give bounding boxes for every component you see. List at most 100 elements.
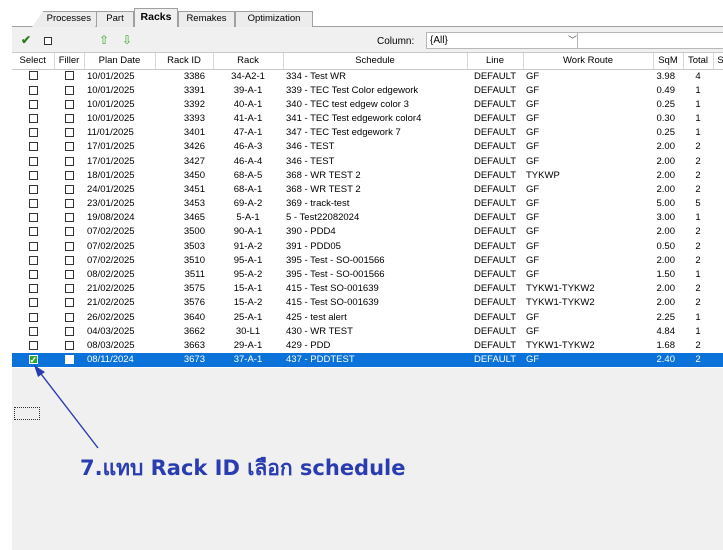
filler-checkbox[interactable] (64, 128, 74, 138)
deselect-all-box-icon[interactable] (44, 37, 52, 45)
column-header-schedule[interactable]: Schedule (283, 53, 468, 70)
select-cell[interactable] (12, 140, 54, 154)
column-header-rack[interactable]: Rack (213, 53, 284, 70)
filler-checkbox[interactable] (64, 270, 74, 280)
filler-checkbox[interactable] (64, 284, 74, 294)
column-header-select[interactable]: Select (12, 53, 55, 70)
select-cell[interactable] (12, 311, 54, 325)
select-cell[interactable] (12, 211, 54, 225)
table-row[interactable]: 10/01/2025 3386 34-A2-1 334 - Test WR DEFAUL… (12, 69, 723, 84)
select-checkbox[interactable] (28, 199, 38, 209)
column-header-line[interactable]: Line (467, 53, 524, 70)
table-row[interactable]: 10/01/2025 3393 41-A-1 341 - TEC Test edgew… (12, 112, 723, 126)
filler-cell[interactable] (54, 325, 84, 339)
search-input[interactable] (577, 32, 723, 49)
filler-cell[interactable] (54, 197, 84, 211)
select-checkbox[interactable] (28, 170, 38, 180)
select-cell[interactable] (12, 296, 54, 310)
select-cell[interactable] (12, 154, 54, 168)
select-cell[interactable] (12, 183, 54, 197)
filler-checkbox[interactable] (64, 85, 74, 95)
filler-checkbox[interactable] (64, 227, 74, 237)
table-row[interactable]: 08/02/2025 3511 95-A-2 395 - Test - SO-0015… (12, 268, 723, 282)
select-cell[interactable] (12, 112, 54, 126)
column-header-total[interactable]: Total (683, 53, 714, 70)
select-checkbox[interactable] (28, 128, 38, 138)
select-cell[interactable] (12, 282, 54, 296)
select-checkbox[interactable] (28, 284, 38, 294)
select-cell[interactable] (12, 69, 54, 84)
select-cell[interactable] (12, 254, 54, 268)
select-checkbox[interactable] (28, 99, 38, 109)
filler-checkbox[interactable] (64, 255, 74, 265)
table-row[interactable]: 04/03/2025 3662 30-L1 430 - WR TEST DEFAULT G… (12, 325, 723, 339)
filler-cell[interactable] (54, 140, 84, 154)
column-header-sqm[interactable]: SqM (653, 53, 684, 70)
filler-checkbox[interactable] (64, 156, 74, 166)
filler-cell[interactable] (54, 112, 84, 126)
select-cell[interactable] (12, 126, 54, 140)
select-checkbox[interactable] (28, 227, 38, 237)
table-row[interactable]: 11/01/2025 3401 47-A-1 347 - TEC Test edgew… (12, 126, 723, 140)
select-checkbox[interactable] (28, 85, 38, 95)
table-row[interactable]: 08/11/2024367337-A-1437 - PDDTESTDEFAULT… (12, 353, 723, 368)
filler-checkbox[interactable] (64, 99, 74, 109)
filler-checkbox[interactable] (64, 199, 74, 209)
table-row[interactable]: 19/08/2024 3465 5-A-1 5 - Test22082024 DEFAU… (12, 211, 723, 225)
select-cell[interactable] (12, 197, 54, 211)
table-row[interactable]: 07/02/2025 3503 91-A-2 391 - PDD05 DEFAULT GF… (12, 240, 723, 254)
column-header-rack-id[interactable]: Rack ID (155, 53, 214, 70)
table-row[interactable]: 21/02/2025 3575 15-A-1 415 - Test SO-001639… (12, 282, 723, 296)
filler-checkbox[interactable] (64, 113, 74, 123)
filler-checkbox[interactable] (64, 213, 74, 223)
filler-cell[interactable] (54, 268, 84, 282)
filler-cell[interactable] (54, 339, 84, 353)
select-checkbox[interactable] (28, 156, 38, 166)
select-cell[interactable] (12, 98, 54, 112)
column-header-s[interactable]: S (713, 53, 723, 70)
filler-cell[interactable] (54, 211, 84, 225)
filler-cell[interactable] (54, 296, 84, 310)
table-row[interactable]: 26/02/2025 3640 25-A-1 425 - test alert DEFA… (12, 311, 723, 325)
filler-checkbox[interactable] (64, 184, 74, 194)
table-row[interactable]: 24/01/2025 3451 68-A-1 368 - WR TEST 2 DEFAU… (12, 183, 723, 197)
table-row[interactable]: 21/02/2025 3576 15-A-2 415 - Test SO-001639… (12, 296, 723, 310)
filler-cell[interactable] (54, 154, 84, 168)
move-up-arrow-icon[interactable]: ⇧ (98, 34, 110, 46)
filler-cell[interactable] (54, 84, 84, 98)
select-checkbox[interactable] (28, 142, 38, 152)
column-select[interactable]: {All} ﹀ (426, 32, 582, 49)
select-checkbox[interactable] (28, 298, 38, 308)
filler-cell[interactable] (54, 169, 84, 183)
select-all-check-icon[interactable]: ✔ (20, 34, 32, 46)
select-checkbox[interactable] (28, 353, 38, 367)
table-row[interactable]: 07/02/2025 3500 90-A-1 390 - PDD4 DEFAULT GF 2… (12, 225, 723, 239)
filler-checkbox[interactable] (64, 71, 74, 81)
filler-cell[interactable] (54, 240, 84, 254)
filler-cell[interactable] (54, 126, 84, 140)
select-cell[interactable] (12, 84, 54, 98)
filler-cell[interactable] (54, 282, 84, 296)
filler-cell[interactable] (54, 98, 84, 112)
select-cell[interactable] (12, 240, 54, 254)
filler-cell[interactable] (54, 69, 84, 84)
table-row[interactable]: 07/02/2025 3510 95-A-1 395 - Test - SO-0015… (12, 254, 723, 268)
filler-checkbox[interactable] (64, 326, 74, 336)
table-row[interactable]: 10/01/2025 3392 40-A-1 340 - TEC test edgew… (12, 98, 723, 112)
filler-checkbox[interactable] (64, 170, 74, 180)
filler-cell[interactable] (54, 183, 84, 197)
filler-checkbox[interactable] (64, 340, 74, 350)
table-row[interactable]: 17/01/2025 3427 46-A-4 346 - TEST DEFAULT GF 2… (12, 154, 723, 168)
select-checkbox[interactable] (28, 270, 38, 280)
select-checkbox[interactable] (28, 184, 38, 194)
table-row[interactable]: 08/03/2025 3663 29-A-1 429 - PDD DEFAULT TYKW… (12, 339, 723, 353)
select-cell[interactable] (12, 353, 54, 368)
filler-checkbox[interactable] (64, 298, 74, 308)
select-cell[interactable] (12, 325, 54, 339)
select-checkbox[interactable] (28, 312, 38, 322)
tab-remakes[interactable]: Remakes (178, 11, 235, 27)
filler-checkbox[interactable] (64, 241, 74, 251)
select-checkbox[interactable] (28, 213, 38, 223)
select-checkbox[interactable] (28, 340, 38, 350)
table-row[interactable]: 18/01/2025 3450 68-A-5 368 - WR TEST 2 DEFAU… (12, 169, 723, 183)
